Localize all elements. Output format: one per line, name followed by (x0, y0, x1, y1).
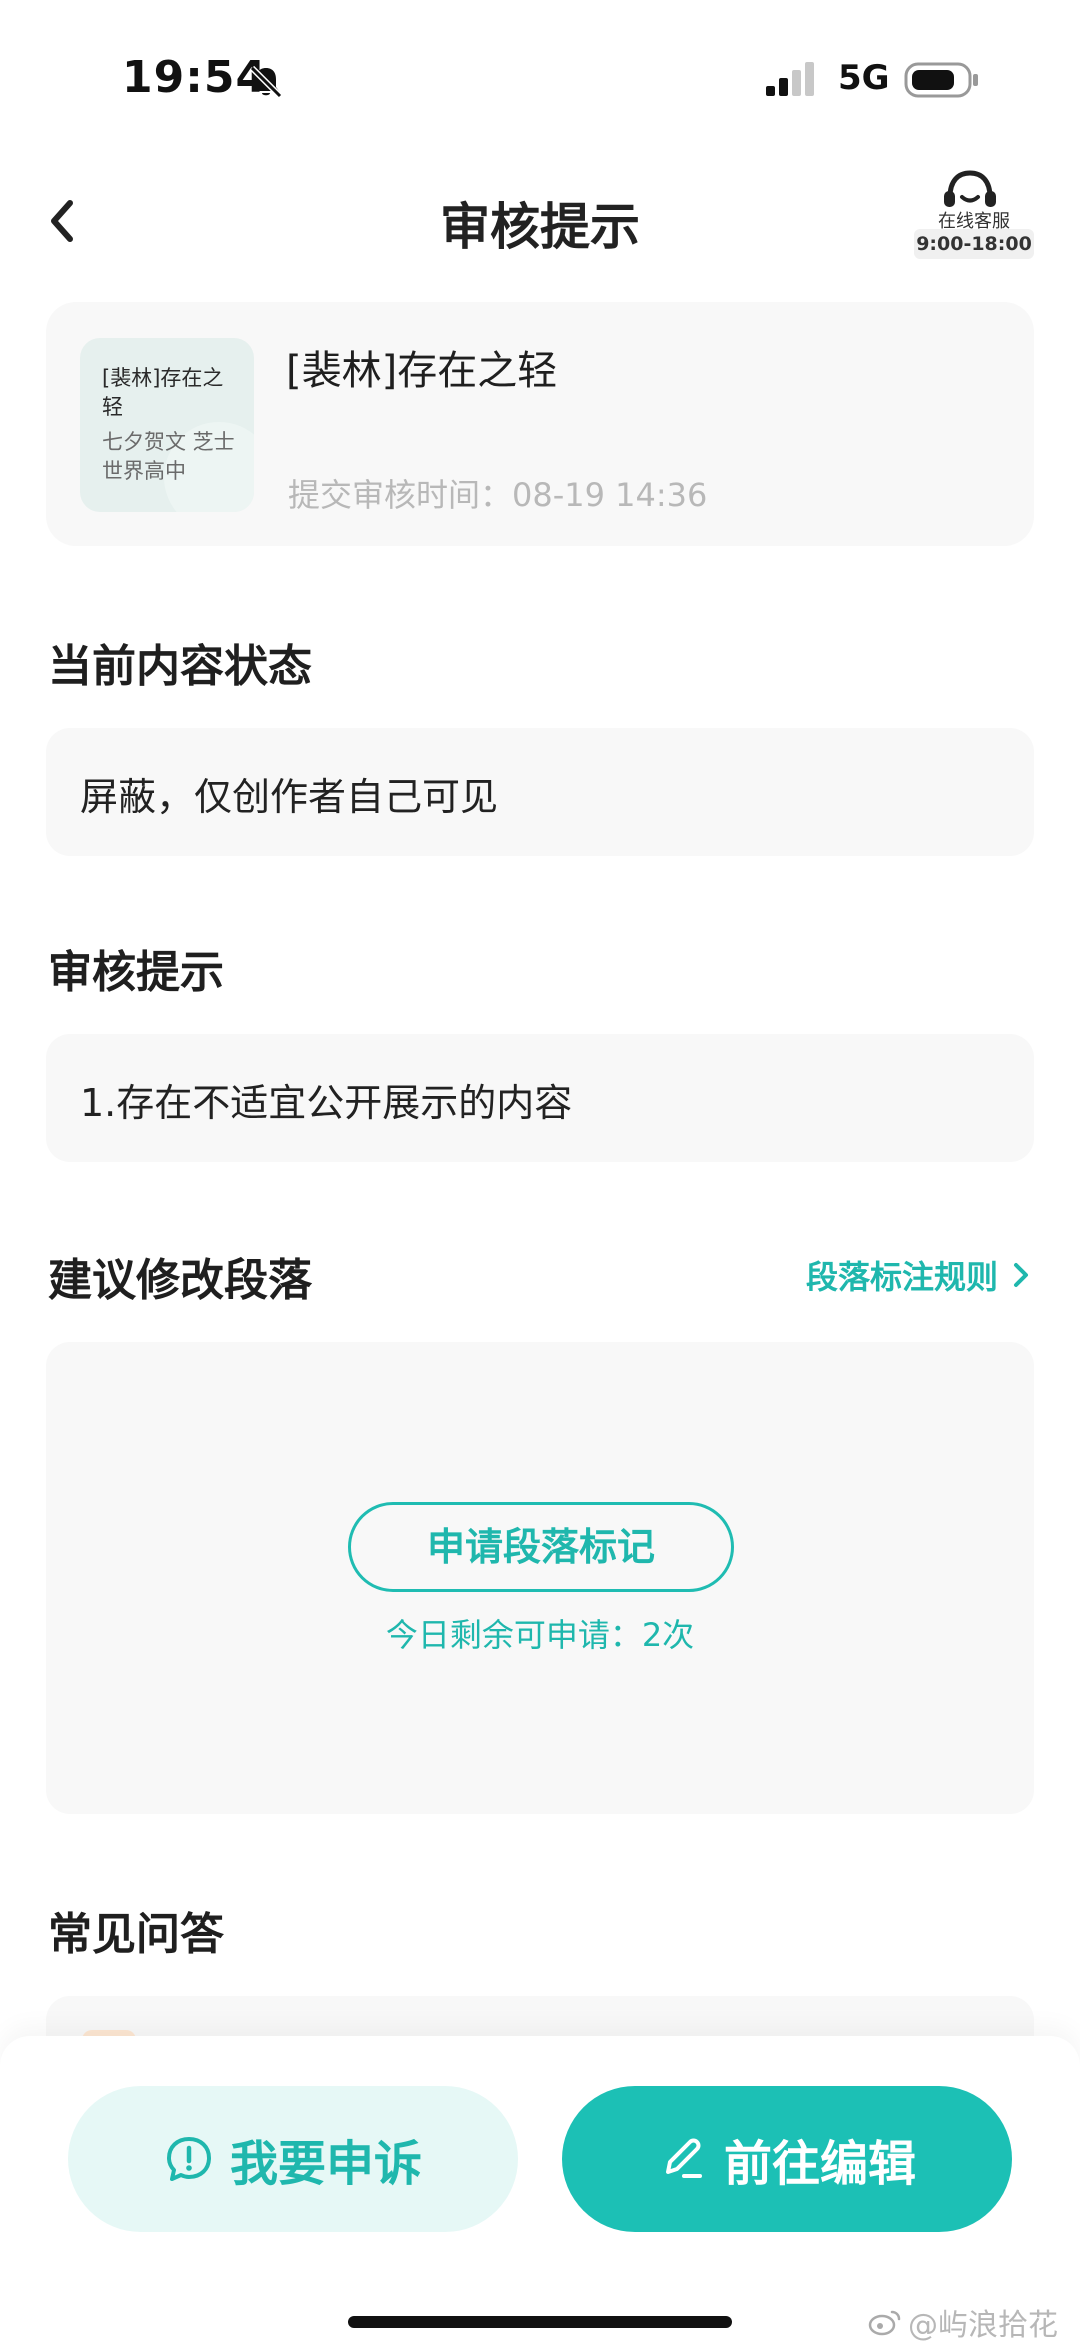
customer-service-hours: 9:00-18:00 (914, 229, 1034, 259)
article-title: [裴林]存在之轻 (286, 348, 558, 394)
status-bar: 19:54 5G (0, 0, 1080, 150)
appeal-button[interactable]: 我要申诉 (68, 2086, 518, 2232)
watermark-text: @屿浪拾花 (908, 2308, 1058, 2343)
review-notice-page: 19:54 5G 审核提示 在线客服 9:00-18:00 [裴林]存在之轻 七… (0, 0, 1080, 2347)
nav-bar: 审核提示 在线客服 9:00-18:00 (0, 165, 1080, 275)
signal-icon (766, 62, 814, 96)
bell-muted-icon (249, 65, 283, 99)
cover-subtitle: 七夕贺文 芝士世界高中 (102, 430, 235, 483)
customer-service-button[interactable]: 在线客服 9:00-18:00 (904, 165, 1072, 265)
review-value: 1.存在不适宜公开展示的内容 (80, 1081, 573, 1125)
faq-heading: 常见问答 (48, 1909, 224, 1960)
article-cover: [裴林]存在之轻 七夕贺文 芝士世界高中 (80, 338, 254, 512)
edit-button[interactable]: 前往编辑 (562, 2086, 1012, 2232)
home-indicator (348, 2316, 732, 2328)
apply-paragraph-mark-button[interactable]: 申请段落标记 (348, 1502, 734, 1592)
paragraph-rules-link[interactable]: 段落标注规则 (806, 1252, 1032, 1298)
submit-time: 提交审核时间：08-19 14:36 (288, 476, 708, 514)
suggest-heading: 建议修改段落 (48, 1255, 312, 1306)
remaining-applications: 今日剩余可申请：2次 (385, 1616, 695, 1654)
chevron-right-icon (1014, 1263, 1028, 1287)
status-box: 屏蔽，仅创作者自己可见 (46, 728, 1034, 856)
paragraph-rules-label: 段落标注规则 (805, 1258, 998, 1296)
status-value: 屏蔽，仅创作者自己可见 (80, 775, 499, 819)
suggest-box: 申请段落标记 今日剩余可申请：2次 (46, 1342, 1034, 1814)
review-box: 1.存在不适宜公开展示的内容 (46, 1034, 1034, 1162)
edit-label: 前往编辑 (723, 2136, 916, 2192)
status-heading: 当前内容状态 (48, 641, 312, 692)
pen-icon (665, 2138, 702, 2178)
chat-exclamation-icon (166, 2137, 211, 2181)
network-label: 5G (838, 58, 890, 98)
appeal-label: 我要申诉 (229, 2136, 422, 2192)
article-card[interactable]: [裴林]存在之轻 七夕贺文 芝士世界高中 [裴林]存在之轻 提交审核时间：08-… (46, 302, 1034, 546)
cover-title: [裴林]存在之轻 (102, 366, 224, 419)
headset-icon (944, 170, 996, 207)
review-heading: 审核提示 (48, 947, 224, 998)
watermark: @屿浪拾花 (868, 2300, 1058, 2344)
weibo-icon (868, 2310, 901, 2336)
battery-icon (904, 62, 978, 98)
